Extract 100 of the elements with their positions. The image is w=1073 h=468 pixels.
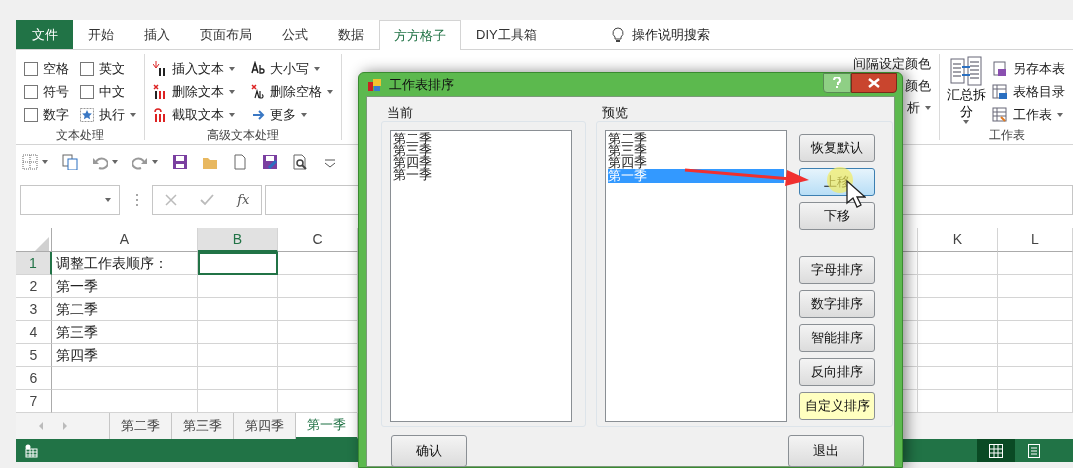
dialog-button[interactable]: 自定义排序 [799, 392, 875, 420]
dialog-button[interactable]: 数字排序 [799, 290, 875, 318]
column-header[interactable]: A [52, 228, 198, 252]
cell-text: 第二季 [52, 298, 198, 321]
ribbon-button[interactable]: 另存本表 [990, 57, 1067, 80]
active-cell[interactable] [198, 252, 278, 275]
list-item[interactable]: 第四季 [608, 157, 784, 169]
ribbon-tab[interactable]: 开始 [73, 20, 129, 49]
app-icon [367, 76, 383, 93]
document-arrows-icon [950, 56, 982, 86]
close-button[interactable] [851, 73, 897, 93]
cut-text-icon [153, 106, 167, 123]
dropdown-button[interactable]: 析 [905, 99, 933, 116]
dialog-button[interactable]: 恢复默认 [799, 134, 875, 162]
copy-icon[interactable] [62, 153, 78, 170]
insert-function-button[interactable]: fx [237, 190, 250, 210]
cell-text: 第一季 [52, 275, 198, 298]
help-icon [833, 77, 841, 89]
new-document-icon[interactable] [232, 153, 248, 170]
checkbox[interactable] [24, 84, 38, 99]
dropdown-button[interactable]: 插入文本 [151, 57, 243, 80]
ribbon-button[interactable]: 间隔设定颜色 [851, 55, 933, 72]
checkbox[interactable] [24, 61, 38, 76]
ribbon-tab[interactable]: 文件 [16, 20, 73, 49]
list-item[interactable]: 第一季 [393, 169, 569, 181]
checkbox-label: 英文 [99, 59, 125, 78]
column-header[interactable]: L [998, 228, 1073, 252]
ribbon-tab[interactable]: 插入 [129, 20, 185, 49]
close-icon [868, 78, 880, 88]
macro-record-icon [24, 443, 38, 458]
ribbon-tab[interactable]: 页面布局 [185, 20, 267, 49]
ribbon-tab[interactable]: DIY工具箱 [461, 20, 552, 49]
dropdown-button[interactable]: 删除文本 [151, 80, 243, 103]
cell-text: 第四季 [52, 344, 198, 367]
row-header[interactable]: 5 [16, 344, 52, 367]
list-item[interactable]: 第二季 [608, 133, 784, 145]
star-icon [80, 107, 94, 122]
list-box[interactable]: 第二季 第三季 第四季 第一季 [390, 130, 572, 422]
ribbon-tab[interactable]: 公式 [267, 20, 323, 49]
dialog-button[interactable]: 反向排序 [799, 358, 875, 386]
column-header[interactable]: C [278, 228, 358, 252]
dropdown-button[interactable]: 工作表 [990, 103, 1067, 126]
dropdown-button[interactable]: 更多 [249, 103, 341, 126]
dialog-button[interactable]: 字母排序 [799, 256, 875, 284]
grid-icon [989, 443, 1003, 458]
row-header[interactable]: 1 [16, 252, 52, 275]
row-header[interactable]: 6 [16, 367, 52, 390]
ribbon-tab[interactable]: 数据 [323, 20, 379, 49]
column-header[interactable]: K [918, 228, 998, 252]
page-icon [1028, 443, 1040, 458]
divider-dots-icon [135, 193, 139, 207]
help-button[interactable] [823, 73, 851, 93]
letter-case-icon [251, 60, 265, 77]
row-header[interactable]: 3 [16, 298, 52, 321]
checkbox[interactable] [24, 107, 38, 122]
delete-text-icon [153, 83, 167, 100]
ribbon-button[interactable]: 表格目录 [990, 80, 1067, 103]
delete-space-icon [251, 83, 265, 100]
sheet-icon [992, 106, 1008, 123]
tell-me-search[interactable]: 操作说明搜索 [631, 24, 710, 45]
check-icon[interactable] [199, 194, 214, 206]
ribbon-button[interactable]: 颜色 [903, 77, 933, 94]
cell-text: 调整工作表顺序： [52, 252, 198, 275]
row-header[interactable]: 4 [16, 321, 52, 344]
lightbulb-icon [611, 26, 624, 43]
dialog-button[interactable]: 下移 [799, 202, 875, 230]
group-label: 工作表 [987, 127, 1026, 144]
checkbox-label: 中文 [99, 82, 125, 101]
save-edit-icon[interactable] [262, 153, 278, 170]
borders-icon[interactable] [22, 153, 38, 170]
column-header[interactable]: B [198, 228, 278, 252]
dialog-title: 工作表排序 [389, 75, 454, 94]
checkbox[interactable] [80, 61, 94, 76]
group-label: 当前 [386, 105, 414, 121]
row-header[interactable]: 2 [16, 275, 52, 298]
exit-button[interactable]: 退出 [788, 435, 864, 467]
dropdown-button[interactable]: 截取文本 [151, 103, 243, 126]
dialog-button[interactable]: 智能排序 [799, 324, 875, 352]
print-preview-icon[interactable] [292, 153, 308, 170]
ribbon-tab[interactable]: 方方格子 [379, 20, 461, 50]
save-icon[interactable] [172, 153, 188, 170]
group-label: 高级文本处理 [206, 127, 280, 144]
dropdown-button[interactable]: 删除空格 [249, 80, 341, 103]
dropdown-button[interactable]: 执行 [78, 103, 142, 126]
confirm-button[interactable]: 确认 [391, 435, 467, 467]
list-item[interactable]: 第二季 [393, 133, 569, 145]
list-item[interactable]: 第三季 [393, 145, 569, 157]
split-dropdown-button[interactable]: 汇总拆分 [946, 54, 986, 126]
list-item[interactable]: 第四季 [393, 157, 569, 169]
dropdown-button[interactable]: 大小写 [249, 57, 341, 80]
checkbox-label: 符号 [43, 82, 69, 101]
save-sheet-icon [992, 60, 1008, 77]
sheet-tab[interactable]: 第一季 [296, 413, 358, 439]
group-label: 文本处理 [55, 127, 105, 144]
checkbox[interactable] [80, 84, 94, 99]
list-box[interactable]: 第二季 第三季 第四季 第一季 [605, 130, 787, 422]
cell-text: 第三季 [52, 321, 198, 344]
checkbox-label: 空格 [43, 59, 69, 78]
normal-view-button[interactable] [977, 439, 1015, 462]
list-item[interactable]: 第三季 [608, 145, 784, 157]
